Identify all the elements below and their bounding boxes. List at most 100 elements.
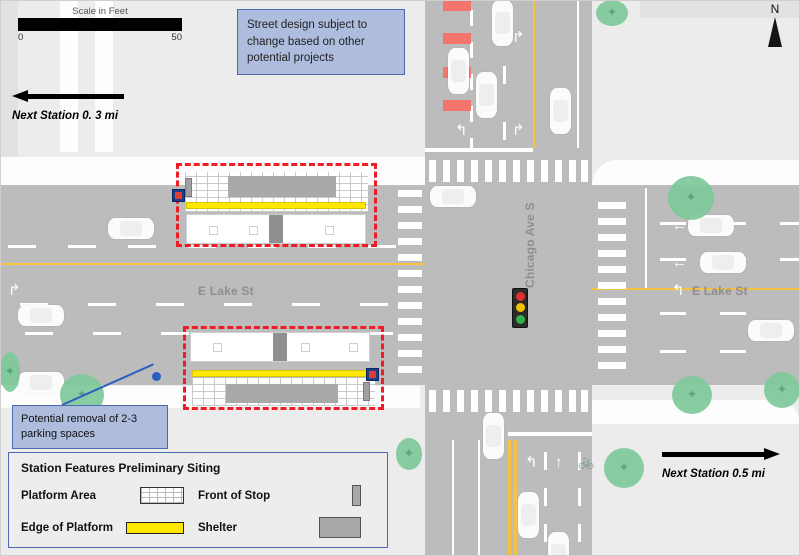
design-notice-box: Street design subject to change based on… (237, 9, 405, 76)
vehicle (448, 48, 469, 94)
bus-window (209, 226, 218, 235)
shelter-swatch (319, 517, 361, 538)
front-of-stop-south (363, 382, 370, 401)
transit-stop-sign-icon (172, 189, 185, 202)
lane-dash (780, 222, 800, 225)
stop-bar-south (508, 432, 592, 436)
yellow-edge-swatch (126, 521, 184, 534)
centerline-chicago-south-2 (514, 440, 517, 556)
lane-dash (8, 245, 36, 248)
lane-dash (128, 245, 156, 248)
shelter-south (226, 384, 338, 403)
north-arrow-icon (768, 17, 782, 47)
next-station-right: Next Station 0.5 mi (662, 448, 792, 480)
tree-icon (668, 176, 714, 220)
left-arrow-icon: ← (672, 217, 687, 234)
crosswalk-west (398, 188, 422, 382)
legend-title: Station Features Preliminary Siting (21, 461, 221, 475)
lane-dash (360, 303, 388, 306)
turn-arrow-icon: ↱ (512, 122, 525, 139)
lane-dash (25, 332, 53, 335)
tree-icon (396, 438, 422, 470)
vehicle (476, 72, 497, 118)
red-marker (443, 100, 471, 111)
vehicle (492, 0, 513, 46)
lane-dash (88, 303, 116, 306)
lane-dash (578, 524, 581, 542)
bus-articulation (269, 215, 283, 243)
callout-leader-dot (152, 372, 161, 381)
lane-dash (470, 42, 473, 58)
tree-icon (672, 376, 712, 414)
vehicle (430, 186, 476, 207)
bus-window (325, 226, 334, 235)
legend-row: Edge of Platform Shelter (21, 517, 375, 538)
next-station-left-label: Next Station 0. 3 mi (12, 110, 119, 122)
bus-vehicle-south (190, 332, 370, 362)
edge-of-platform-north (186, 202, 366, 209)
legend-item-shelter: Shelter (198, 517, 375, 538)
lane-dash (544, 524, 547, 542)
street-label-chicago-ave: Chicago Ave S (523, 202, 537, 288)
front-of-stop-north (185, 178, 192, 197)
red-marker (443, 0, 471, 11)
turn-arrow-icon: ↱ (8, 282, 21, 299)
intersection-area (425, 185, 592, 385)
lane-line-east (645, 188, 647, 288)
signal-red-lamp (515, 292, 525, 302)
lane-dash (156, 303, 184, 306)
right-arrow-icon (662, 448, 780, 460)
tree-icon (764, 372, 800, 408)
building-nw-1 (0, 0, 18, 157)
left-arrow-icon: ← (672, 254, 687, 271)
centerline-e-lake-west (0, 263, 425, 265)
lane-line-sw-2 (478, 440, 480, 556)
lane-dash (780, 258, 800, 261)
platform-hatch-swatch (140, 487, 184, 504)
lane-dash (93, 332, 121, 335)
scale-bar: Scale in Feet 0 50 (18, 6, 182, 43)
bus-articulation (273, 333, 287, 361)
crosswalk-east (598, 200, 626, 380)
legend-item-edge-of-platform: Edge of Platform (21, 521, 198, 534)
lane-dash (660, 350, 686, 353)
lane-dash (720, 350, 746, 353)
vehicle (18, 305, 64, 326)
bus-window (349, 343, 358, 352)
legend-row: Platform Area Front of Stop (21, 485, 375, 506)
edge-of-platform-south (192, 370, 372, 377)
bus-window (213, 343, 222, 352)
lane-line-sw-1 (452, 440, 454, 556)
lane-dash (503, 66, 506, 84)
scale-max-label: 50 (171, 32, 182, 43)
next-station-left: Next Station 0. 3 mi (12, 90, 137, 122)
legend-panel: Station Features Preliminary Siting Plat… (8, 452, 388, 548)
lane-dash (660, 312, 686, 315)
lane-dash (503, 122, 506, 140)
stop-bar-north (425, 148, 533, 152)
signal-green-lamp (515, 314, 525, 324)
red-marker (443, 33, 471, 44)
lane-dash (470, 138, 473, 148)
legend-item-platform-area: Platform Area (21, 487, 198, 504)
north-label: N (770, 2, 780, 16)
vehicle (18, 372, 64, 393)
centerline-chicago-north (533, 0, 535, 148)
transit-stop-sign-icon (366, 368, 379, 381)
lane-dash (292, 303, 320, 306)
lane-dash (544, 452, 547, 470)
bicycle-icon: 🚲 (578, 454, 595, 469)
traffic-signal-icon (512, 288, 528, 328)
legend-label: Shelter (198, 521, 237, 534)
turn-arrow-icon: ↰ (525, 454, 538, 471)
lane-dash (224, 303, 252, 306)
vehicle (550, 88, 571, 134)
vehicle (108, 218, 154, 239)
lane-dash (720, 312, 746, 315)
lane-dash (68, 245, 96, 248)
station-siting-map: ↰ ↱ ↱ ↰ ↑ 🚲 ↱ ← ← ↰ ✦ ✦ ✦ ✦ ✦ ✦ ✦ ✦ E La… (0, 0, 800, 556)
centerline-chicago-south (508, 440, 511, 556)
scale-min-label: 0 (18, 32, 24, 43)
turn-arrow-icon: ↰ (455, 122, 468, 139)
crosswalk-south (427, 390, 590, 412)
